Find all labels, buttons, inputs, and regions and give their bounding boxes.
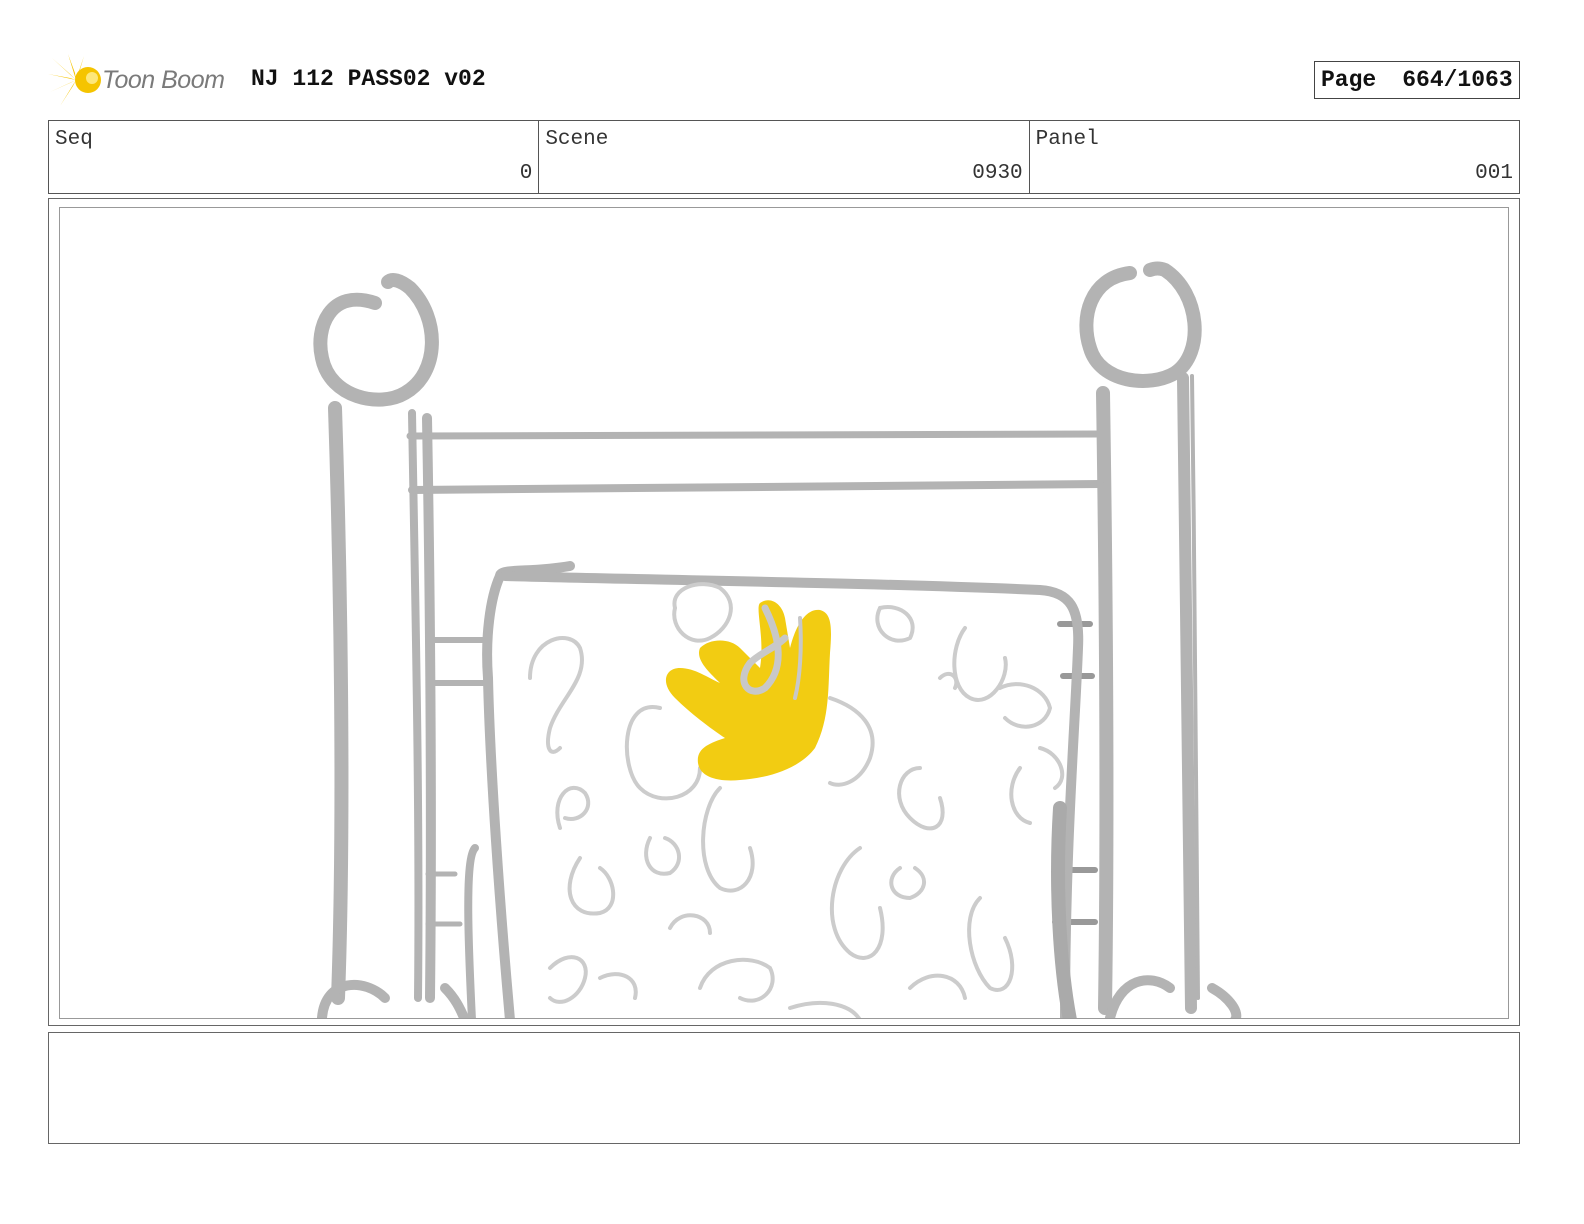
page-number: 664/1063 xyxy=(1402,67,1513,93)
swirl-23 xyxy=(668,913,712,935)
left-finial xyxy=(313,273,439,407)
blanket-outline xyxy=(482,561,575,1018)
right-finial xyxy=(1079,261,1202,388)
swirl-22 xyxy=(788,1000,862,1018)
second-rail xyxy=(408,480,1104,494)
scene-value: 0930 xyxy=(972,162,1023,185)
swirl-3 xyxy=(624,705,702,801)
swirl-1 xyxy=(528,636,584,754)
panel-value: 001 xyxy=(1475,162,1513,185)
seq-value: 0 xyxy=(519,162,533,185)
left-post-outer xyxy=(328,401,349,1005)
swirl-19 xyxy=(598,972,638,1000)
swirl-16 xyxy=(1009,766,1032,825)
page-label: Page xyxy=(1321,67,1377,93)
toon-boom-logo: Toon Boom xyxy=(48,52,248,108)
right-post-inner xyxy=(1177,372,1197,1014)
top-rail xyxy=(406,430,1104,440)
swirl-9 xyxy=(567,856,616,916)
swirl-7 xyxy=(998,682,1053,729)
swirl-10 xyxy=(644,836,681,876)
logo-text: Toon Boom xyxy=(102,66,225,94)
swirl-8 xyxy=(555,786,591,830)
swirl-6 xyxy=(952,626,1008,702)
swirl-14 xyxy=(889,866,926,901)
swirl-24 xyxy=(938,671,959,690)
swirl-2 xyxy=(672,582,733,643)
scene-cell: Scene 0930 xyxy=(539,121,1030,193)
swirl-21 xyxy=(908,973,967,1000)
metadata-row: Seq 0 Scene 0930 Panel 001 xyxy=(48,120,1520,194)
panel-label: Panel xyxy=(1035,128,1099,151)
swirl-12 xyxy=(897,766,945,831)
panel-notes-box xyxy=(48,1032,1520,1144)
blanket-left-shade xyxy=(440,983,470,1018)
right-foot xyxy=(1105,975,1175,1018)
storyboard-panel-image xyxy=(59,207,1509,1019)
bed-sketch-drawing xyxy=(313,261,1242,1018)
left-foot xyxy=(317,980,390,1018)
swirl-20 xyxy=(698,957,775,1003)
left-post-inner2 xyxy=(422,413,436,1003)
scene-label: Scene xyxy=(545,128,609,151)
swirl-5 xyxy=(875,605,915,643)
project-title: NJ 112 PASS02 v02 xyxy=(251,66,486,92)
swirl-17 xyxy=(1038,746,1065,790)
right-foot-curl xyxy=(1207,983,1242,1018)
swirl-15 xyxy=(967,896,1015,992)
swirl-4 xyxy=(828,696,875,787)
storyboard-panel-frame xyxy=(48,198,1520,1026)
panel-cell: Panel 001 xyxy=(1030,121,1519,193)
swirl-18 xyxy=(548,955,588,1004)
page-indicator: Page 664/1063 xyxy=(1314,61,1520,99)
page-header: Toon Boom NJ 112 PASS02 v02 Page 664/106… xyxy=(48,52,1520,108)
blanket-left-fold xyxy=(464,844,479,1018)
swirl-13 xyxy=(829,846,885,960)
left-post-inner xyxy=(408,409,423,1002)
swirl-11 xyxy=(701,786,755,893)
seq-label: Seq xyxy=(55,128,93,151)
starburst-icon xyxy=(48,54,101,106)
seq-cell: Seq 0 xyxy=(49,121,540,193)
